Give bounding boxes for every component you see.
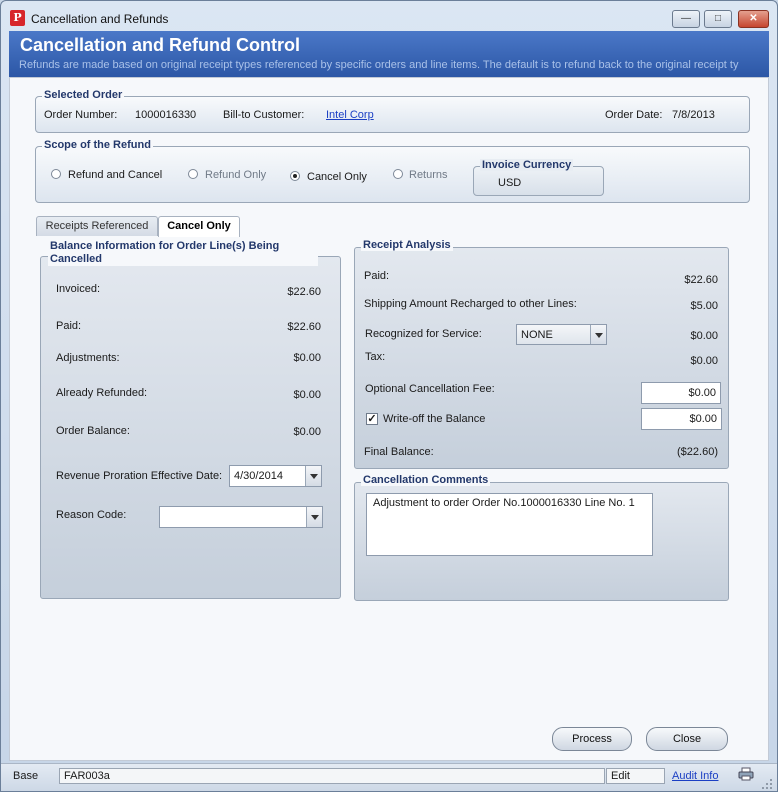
revenue-date-dropdown-icon[interactable] bbox=[305, 466, 321, 486]
page-title: Cancellation and Refund Control bbox=[20, 35, 301, 55]
balance-info-panel: Invoiced: $22.60 Paid: $22.60 Adjustment… bbox=[40, 256, 341, 599]
invoice-currency-value: USD bbox=[498, 177, 522, 189]
revenue-date-value: 4/30/2014 bbox=[234, 470, 283, 482]
revenue-date-picker[interactable]: 4/30/2014 bbox=[229, 465, 322, 487]
recognized-label: Recognized for Service: bbox=[365, 328, 482, 340]
tab-cancel-only[interactable]: Cancel Only bbox=[158, 216, 240, 237]
recognized-service-dropdown-icon[interactable] bbox=[590, 325, 606, 344]
close-window-button[interactable]: ✕ bbox=[738, 10, 769, 28]
adjustments-label: Adjustments: bbox=[56, 352, 120, 364]
cancellation-comments-textarea[interactable]: Adjustment to order Order No.1000016330 … bbox=[366, 493, 653, 556]
main-content: Selected Order Order Number: 1000016330 … bbox=[9, 77, 769, 761]
selected-order-group: Selected Order Order Number: 1000016330 … bbox=[35, 89, 750, 133]
paid-value: $22.60 bbox=[287, 321, 321, 333]
invoice-currency-box: Invoice Currency USD bbox=[473, 159, 604, 196]
recognized-value: $0.00 bbox=[690, 330, 718, 342]
resize-grip-icon[interactable] bbox=[761, 778, 773, 790]
radio-returns[interactable] bbox=[393, 169, 403, 179]
title-bar[interactable]: P Cancellation and Refunds — □ ✕ bbox=[1, 1, 777, 31]
refund-only-label[interactable]: Refund Only bbox=[205, 169, 266, 181]
already-refunded-label: Already Refunded: bbox=[56, 387, 148, 399]
audit-info-link[interactable]: Audit Info bbox=[672, 770, 718, 782]
shipping-label: Shipping Amount Recharged to other Lines… bbox=[364, 298, 577, 310]
already-refunded-value: $0.00 bbox=[293, 389, 321, 401]
app-logo-icon: P bbox=[10, 10, 25, 26]
invoiced-label: Invoiced: bbox=[56, 283, 101, 295]
writeoff-input[interactable]: $0.00 bbox=[641, 408, 722, 430]
paid-label: Paid: bbox=[56, 320, 82, 332]
minimize-button[interactable]: — bbox=[672, 10, 700, 28]
shipping-value: $5.00 bbox=[690, 300, 718, 312]
balance-info-title: Balance Information for Order Line(s) Be… bbox=[48, 240, 318, 266]
order-number-value: 1000016330 bbox=[135, 109, 197, 121]
invoice-currency-title: Invoice Currency bbox=[480, 159, 574, 171]
recognized-service-value: NONE bbox=[521, 329, 553, 341]
cancel-fee-input[interactable]: $0.00 bbox=[641, 382, 721, 404]
ra-paid-value: $22.60 bbox=[684, 274, 718, 286]
status-form-code: FAR003a bbox=[59, 768, 605, 784]
process-button[interactable]: Process bbox=[552, 727, 632, 751]
tax-value: $0.00 bbox=[690, 355, 718, 367]
adjustments-value: $0.00 bbox=[293, 352, 321, 364]
cancellation-comments-panel: Adjustment to order Order No.1000016330 … bbox=[354, 482, 729, 601]
order-date-label: Order Date: bbox=[605, 109, 663, 121]
bill-to-customer-link[interactable]: Intel Corp bbox=[326, 109, 374, 121]
order-balance-value: $0.00 bbox=[293, 426, 321, 438]
order-date-value: 7/8/2013 bbox=[672, 109, 715, 121]
window-title: Cancellation and Refunds bbox=[31, 12, 169, 26]
tab-receipts-referenced[interactable]: Receipts Referenced bbox=[36, 216, 158, 236]
bill-to-label: Bill-to Customer: bbox=[223, 109, 305, 121]
tax-label: Tax: bbox=[365, 351, 386, 363]
reason-code-label: Reason Code: bbox=[56, 509, 127, 521]
reason-code-select[interactable] bbox=[159, 506, 323, 528]
cancellation-refunds-window: P Cancellation and Refunds — □ ✕ Cancell… bbox=[0, 0, 778, 792]
radio-refund-and-cancel[interactable] bbox=[51, 169, 61, 179]
scope-group: Scope of the Refund Refund and Cancel Re… bbox=[35, 139, 750, 203]
final-balance-label: Final Balance: bbox=[364, 446, 434, 458]
selected-order-title: Selected Order bbox=[42, 89, 125, 101]
revenue-date-label: Revenue Proration Effective Date: bbox=[56, 470, 223, 482]
cancel-only-label[interactable]: Cancel Only bbox=[307, 171, 367, 183]
cancel-fee-label: Optional Cancellation Fee: bbox=[365, 383, 495, 395]
writeoff-checkbox[interactable]: ✓ bbox=[366, 413, 378, 425]
radio-refund-only[interactable] bbox=[188, 169, 198, 179]
final-balance-value: ($22.60) bbox=[677, 446, 718, 458]
status-mode: Edit bbox=[606, 768, 665, 784]
refund-and-cancel-label[interactable]: Refund and Cancel bbox=[68, 169, 162, 181]
status-base-label: Base bbox=[13, 770, 39, 782]
scope-title: Scope of the Refund bbox=[42, 139, 153, 151]
writeoff-label[interactable]: Write-off the Balance bbox=[383, 413, 485, 425]
header-banner: Cancellation and Refund Control Refunds … bbox=[9, 31, 769, 77]
invoiced-value: $22.60 bbox=[287, 286, 321, 298]
order-number-label: Order Number: bbox=[44, 109, 118, 121]
receipt-analysis-panel: Paid: $22.60 Shipping Amount Recharged t… bbox=[354, 247, 729, 469]
returns-label[interactable]: Returns bbox=[409, 169, 448, 181]
printer-icon[interactable] bbox=[738, 767, 754, 781]
maximize-button[interactable]: □ bbox=[704, 10, 732, 28]
reason-code-dropdown-icon[interactable] bbox=[306, 507, 322, 527]
order-balance-label: Order Balance: bbox=[56, 425, 130, 437]
ra-paid-label: Paid: bbox=[364, 270, 390, 282]
page-subtitle: Refunds are made based on original recei… bbox=[19, 59, 739, 71]
cancellation-comments-title: Cancellation Comments bbox=[361, 474, 491, 486]
receipt-analysis-title: Receipt Analysis bbox=[361, 239, 453, 251]
close-button[interactable]: Close bbox=[646, 727, 728, 751]
recognized-service-select[interactable]: NONE bbox=[516, 324, 607, 345]
radio-cancel-only[interactable] bbox=[290, 171, 300, 181]
status-bar: Base FAR003a Edit Audit Info bbox=[1, 763, 777, 791]
